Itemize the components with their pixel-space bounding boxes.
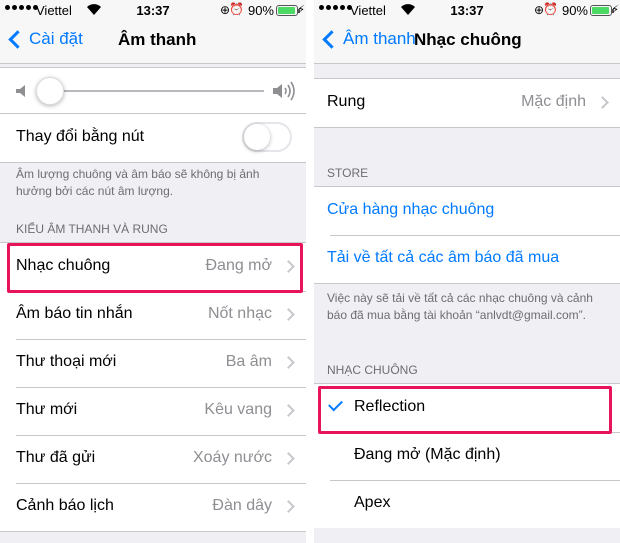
back-label: Âm thanh: [343, 29, 416, 48]
section-header-ringtones: NHẠC CHUÔNG: [327, 363, 418, 377]
change-with-buttons-row: Thay đổi bằng nút: [0, 114, 306, 162]
volume-knob[interactable]: [36, 77, 64, 105]
ringtone-list: Reflection Đang mở (Mặc định) Apex: [314, 383, 620, 528]
chevron-right-icon: [282, 260, 295, 273]
item-value: Kêu vang: [204, 401, 272, 418]
chevron-right-icon: [596, 96, 609, 109]
list-item[interactable]: Thư thoại mới Ba âm: [0, 339, 306, 387]
chevron-right-icon: [282, 308, 295, 321]
item-value: Đàn dây: [212, 497, 272, 514]
item-label: Âm báo tin nhắn: [16, 305, 133, 322]
charging-bolt-icon: ⚡: [611, 4, 619, 16]
item-value: Nốt nhạc: [207, 305, 272, 322]
change-with-buttons-group: Thay đổi bằng nút: [0, 113, 306, 163]
item-value: Xoáy nước: [192, 449, 272, 466]
chevron-left-icon: [322, 29, 341, 49]
store-link-row[interactable]: Cửa hàng nhạc chuông: [314, 187, 620, 235]
item-label: Thư mới: [16, 401, 78, 418]
item-label: Cảnh báo lịch: [16, 497, 114, 514]
chevron-right-icon: [282, 404, 295, 417]
item-value: Đang mở: [205, 257, 272, 274]
volume-slider[interactable]: [0, 67, 306, 114]
divider: [306, 0, 314, 543]
back-button[interactable]: Âm thanh: [322, 29, 416, 49]
speaker-high-icon: [273, 81, 295, 101]
change-with-buttons-label: Thay đổi bằng nút: [16, 128, 145, 145]
back-label: Cài đặt: [29, 29, 83, 48]
section-header-store: STORE: [327, 166, 369, 180]
navigation-bar: Âm thanh Nhạc chuông: [314, 20, 620, 64]
charging-bolt-icon: ⚡: [297, 4, 305, 16]
speaker-low-icon: [16, 85, 25, 97]
ringtone-label: Apex: [354, 494, 391, 511]
item-label: Thư thoại mới: [16, 353, 117, 370]
ringtone-label: Reflection: [354, 398, 426, 415]
back-button[interactable]: Cài đặt: [8, 29, 83, 49]
page-title: Âm thanh: [118, 30, 197, 49]
volume-track[interactable]: [42, 90, 264, 92]
list-item[interactable]: Thư đã gửi Xoáy nước: [0, 435, 306, 483]
section-header-sounds: KIỂU ÂM THANH VÀ RUNG: [16, 222, 168, 236]
ringtone-screen: Viettel 13:37 ⊕ ⏰ 90% ⚡ Âm thanh Nhạc ch…: [314, 0, 620, 543]
item-label: Thư đã gửi: [16, 449, 96, 466]
change-with-buttons-note: Âm lượng chuông và âm báo sẽ không bị ản…: [16, 167, 260, 198]
ringtone-store-link[interactable]: Cửa hàng nhạc chuông: [327, 201, 494, 219]
ringtone-item[interactable]: Reflection: [314, 384, 620, 432]
page-title: Nhạc chuông: [414, 30, 522, 49]
ringtone-item[interactable]: Apex: [314, 480, 620, 528]
battery-icon: [590, 5, 614, 16]
list-item[interactable]: Thư mới Kêu vang: [0, 387, 306, 435]
checkmark-icon: [328, 396, 343, 412]
sound-patterns-list: Nhạc chuông Đang mở Âm báo tin nhắn Nốt …: [0, 242, 306, 532]
ringtone-item[interactable]: Đang mở (Mặc định): [314, 432, 620, 480]
status-bar: Viettel 13:37 ⊕ ⏰ 90% ⚡: [314, 0, 620, 20]
alarm-icon: ⏰: [229, 2, 244, 16]
store-note: Việc này sẽ tải về tất cả các nhạc chuôn…: [327, 291, 593, 322]
status-bar: Viettel 13:37 ⊕ ⏰ 90% ⚡: [0, 0, 306, 20]
store-group: Cửa hàng nhạc chuông Tải về tất cả các â…: [314, 186, 620, 284]
vibration-row[interactable]: Rung Mặc định: [314, 79, 620, 127]
battery-percent: 90%: [247, 3, 274, 18]
battery-percent: 90%: [561, 3, 588, 18]
list-item[interactable]: Cảnh báo lịch Đàn dây: [0, 483, 306, 531]
ringtone-label: Đang mở (Mặc định): [354, 446, 501, 463]
vibration-group: Rung Mặc định: [314, 78, 620, 128]
chevron-right-icon: [282, 500, 295, 513]
chevron-right-icon: [282, 452, 295, 465]
vibration-value: Mặc định: [521, 93, 586, 110]
list-item[interactable]: Nhạc chuông Đang mở: [0, 243, 306, 291]
chevron-right-icon: [282, 356, 295, 369]
list-item[interactable]: Âm báo tin nhắn Nốt nhạc: [0, 291, 306, 339]
vibration-label: Rung: [327, 93, 366, 110]
alarm-icon: ⏰: [543, 2, 558, 16]
item-value: Ba âm: [225, 353, 272, 370]
battery-icon: [276, 5, 300, 16]
change-with-buttons-toggle[interactable]: [242, 122, 292, 152]
chevron-left-icon: [8, 29, 27, 49]
download-purchased-tones-link[interactable]: Tải về tất cả các âm báo đã mua: [327, 249, 559, 267]
item-label: Nhạc chuông: [16, 257, 111, 274]
navigation-bar: Cài đặt Âm thanh: [0, 20, 306, 64]
sound-settings-screen: Viettel 13:37 ⊕ ⏰ 90% ⚡ Cài đặt Âm thanh: [0, 0, 306, 543]
store-link-row[interactable]: Tải về tất cả các âm báo đã mua: [314, 235, 620, 283]
